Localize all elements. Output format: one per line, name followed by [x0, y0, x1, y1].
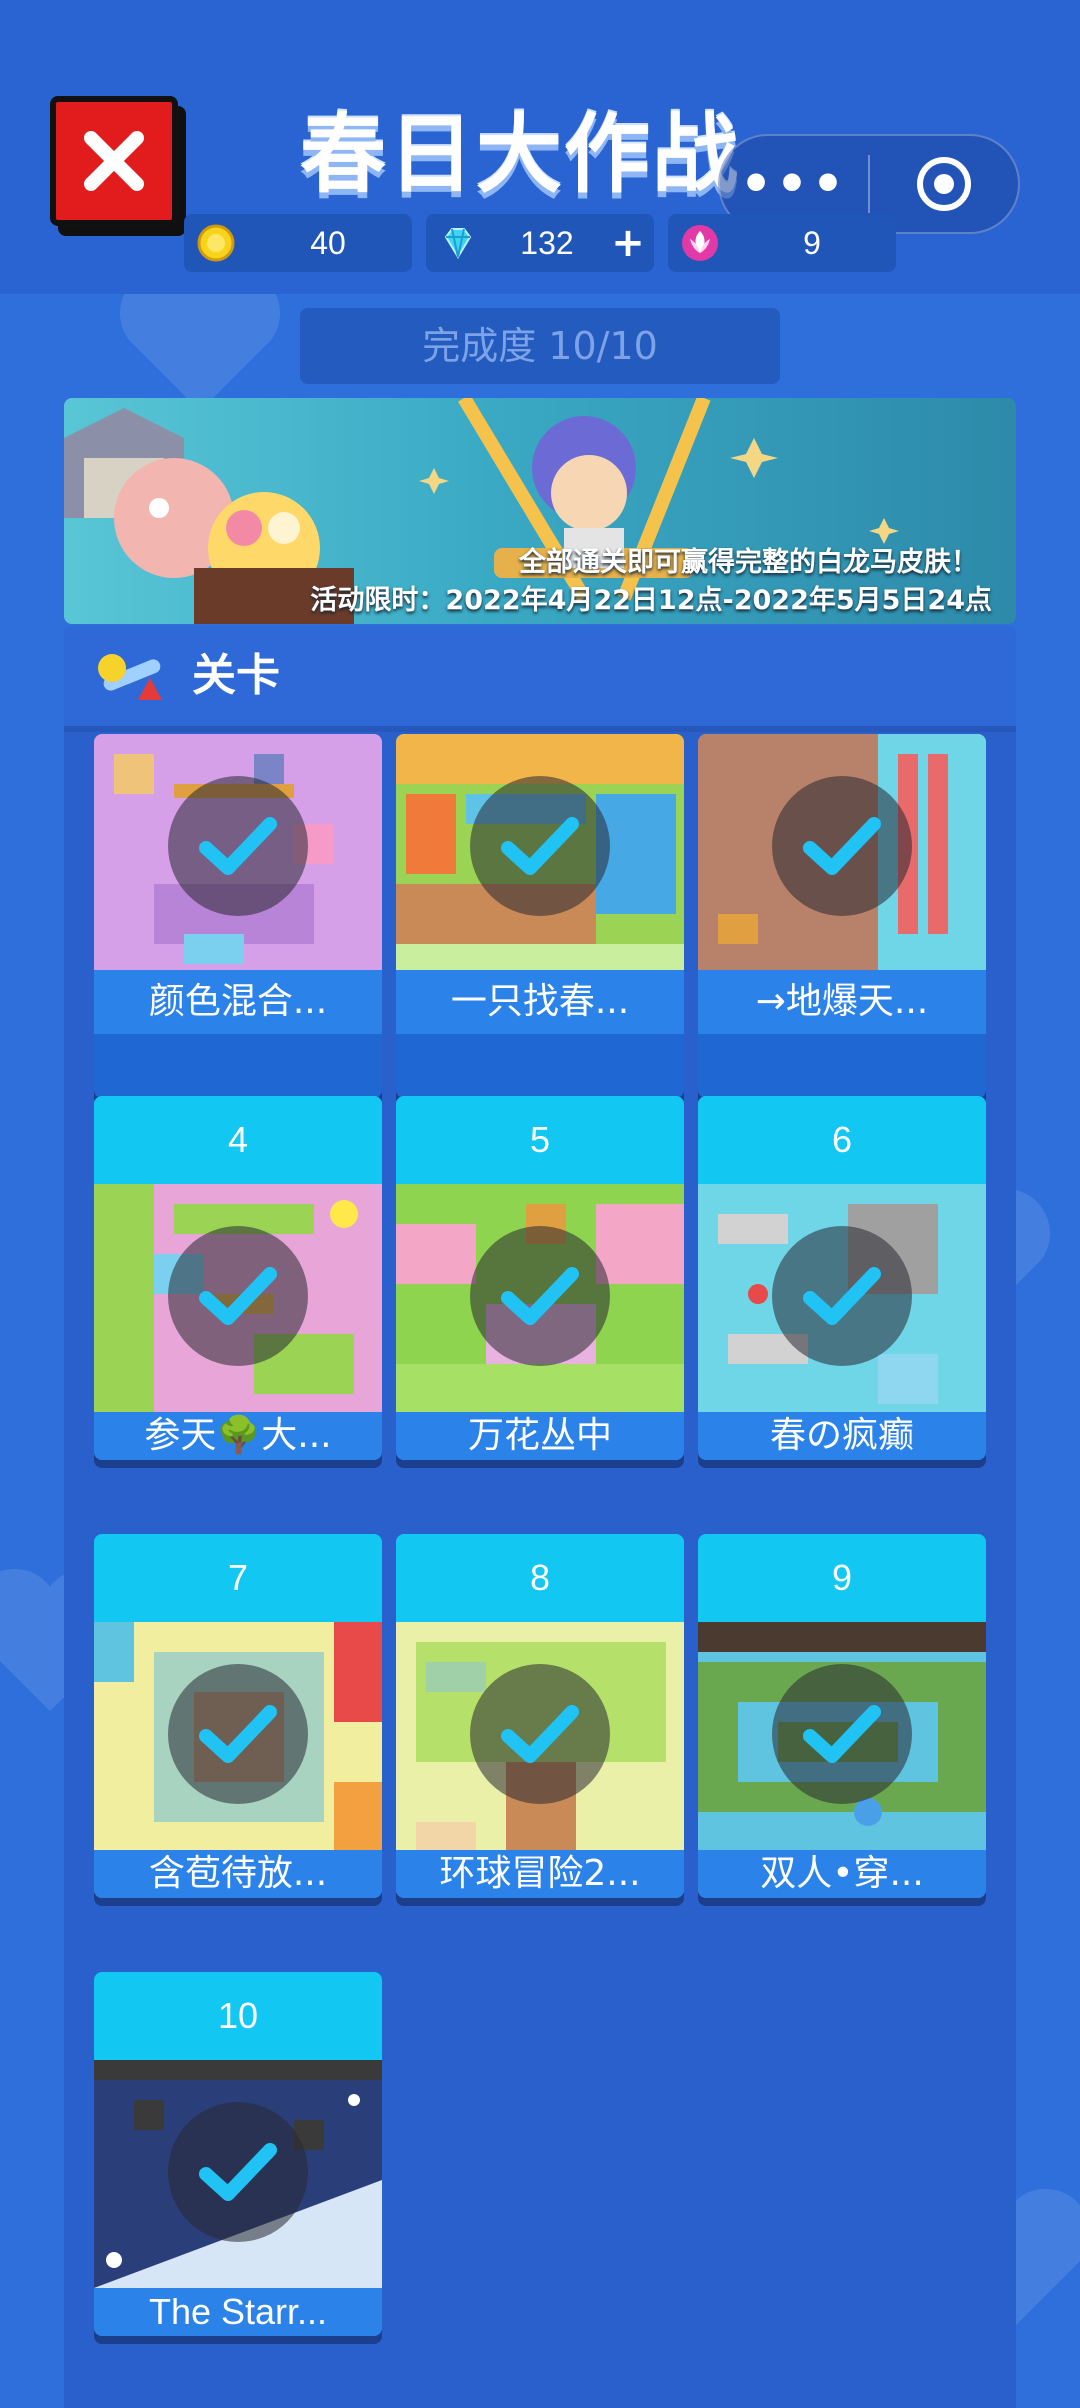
levels-icon: [98, 654, 162, 700]
completed-badge: [168, 1664, 308, 1804]
level-name: 颜色混合...: [94, 970, 382, 1034]
completion-progress: 完成度 10/10: [300, 308, 780, 384]
level-name: 春の疯癫: [698, 1412, 986, 1460]
completed-badge: [772, 776, 912, 916]
more-button[interactable]: •••: [720, 154, 868, 214]
level-card[interactable]: 5 万花丛中: [396, 1096, 684, 1460]
flower-value: 9: [803, 224, 821, 261]
level-card[interactable]: 9 双人•穿...: [698, 1534, 986, 1898]
diamond-icon: [444, 228, 472, 259]
level-thumbnail: [396, 734, 684, 970]
completed-badge: [470, 1226, 610, 1366]
level-thumbnail: [94, 1184, 382, 1412]
level-card[interactable]: →地爆天...: [698, 734, 986, 1098]
completed-badge: [168, 776, 308, 916]
flower-icon: [682, 225, 718, 261]
level-number: 9: [698, 1534, 986, 1622]
level-card[interactable]: 一只找春...: [396, 734, 684, 1098]
level-number: 6: [698, 1096, 986, 1184]
level-name: 一只找春...: [396, 970, 684, 1034]
event-banner[interactable]: 全部通关即可赢得完整的白龙马皮肤！ 活动限时：2022年4月22日12点-202…: [64, 398, 1016, 624]
level-number: 10: [94, 1972, 382, 2060]
level-card[interactable]: 10 The Starr...: [94, 1972, 382, 2336]
level-name: 万花丛中: [396, 1412, 684, 1460]
close-button[interactable]: [50, 96, 178, 226]
level-name: 参天🌳大...: [94, 1412, 382, 1460]
level-number: 5: [396, 1096, 684, 1184]
target-icon: [916, 157, 971, 211]
checkmark-icon: [501, 817, 579, 875]
checkmark-icon: [199, 817, 277, 875]
levels-panel: 关卡 颜色混合... 一只找春... →地爆天... 4 参天🌳大... 5 万…: [64, 626, 1016, 2408]
banner-time-text: 活动限时：2022年4月22日12点-2022年5月5日24点: [310, 585, 992, 616]
checkmark-icon: [501, 1267, 579, 1325]
banner-reward-text: 全部通关即可赢得完整的白龙马皮肤！: [519, 547, 978, 578]
level-number: 4: [94, 1096, 382, 1184]
coin-icon: [197, 224, 235, 262]
checkmark-icon: [803, 817, 881, 875]
checkmark-icon: [501, 1705, 579, 1763]
levels-header: 关卡: [64, 626, 1016, 726]
completed-badge: [772, 1664, 912, 1804]
level-name: →地爆天...: [698, 970, 986, 1034]
level-card[interactable]: 颜色混合...: [94, 734, 382, 1098]
level-card[interactable]: 8 环球冒险2...: [396, 1534, 684, 1898]
checkmark-icon: [803, 1267, 881, 1325]
completed-badge: [168, 2102, 308, 2242]
checkmark-icon: [199, 2143, 277, 2201]
level-number: 8: [396, 1534, 684, 1622]
checkmark-icon: [803, 1705, 881, 1763]
coin-value: 40: [310, 224, 346, 261]
level-thumbnail: [94, 2060, 382, 2288]
diamond-value: 132: [520, 224, 574, 261]
close-icon: [84, 131, 144, 191]
checkmark-icon: [199, 1267, 277, 1325]
level-thumbnail: [396, 1184, 684, 1412]
level-number: 7: [94, 1534, 382, 1622]
exit-miniprogram-button[interactable]: [870, 154, 1018, 214]
level-name: 环球冒险2...: [396, 1850, 684, 1898]
page-title: 春日大作战: [300, 105, 740, 205]
diamond-counter: 132 +: [426, 214, 654, 272]
level-thumbnail: [698, 734, 986, 970]
header: 春日大作战 ••• 40 132 + 9: [0, 0, 1080, 294]
level-name: The Starr...: [94, 2288, 382, 2336]
level-thumbnail: [94, 1622, 382, 1850]
add-diamond-button[interactable]: +: [608, 220, 648, 266]
level-thumbnail: [698, 1622, 986, 1850]
completed-badge: [470, 1664, 610, 1804]
coin-counter: 40: [184, 214, 412, 272]
completed-badge: [168, 1226, 308, 1366]
level-thumbnail: [94, 734, 382, 970]
flower-counter: 9: [668, 214, 896, 272]
level-card[interactable]: 6 春の疯癫: [698, 1096, 986, 1460]
completed-badge: [470, 776, 610, 916]
levels-title: 关卡: [192, 650, 280, 701]
checkmark-icon: [199, 1705, 277, 1763]
level-card[interactable]: 4 参天🌳大...: [94, 1096, 382, 1460]
completed-badge: [772, 1226, 912, 1366]
level-card[interactable]: 7 含苞待放...: [94, 1534, 382, 1898]
level-thumbnail: [396, 1622, 684, 1850]
level-thumbnail: [698, 1184, 986, 1412]
level-name: 双人•穿...: [698, 1850, 986, 1898]
level-name: 含苞待放...: [94, 1850, 382, 1898]
